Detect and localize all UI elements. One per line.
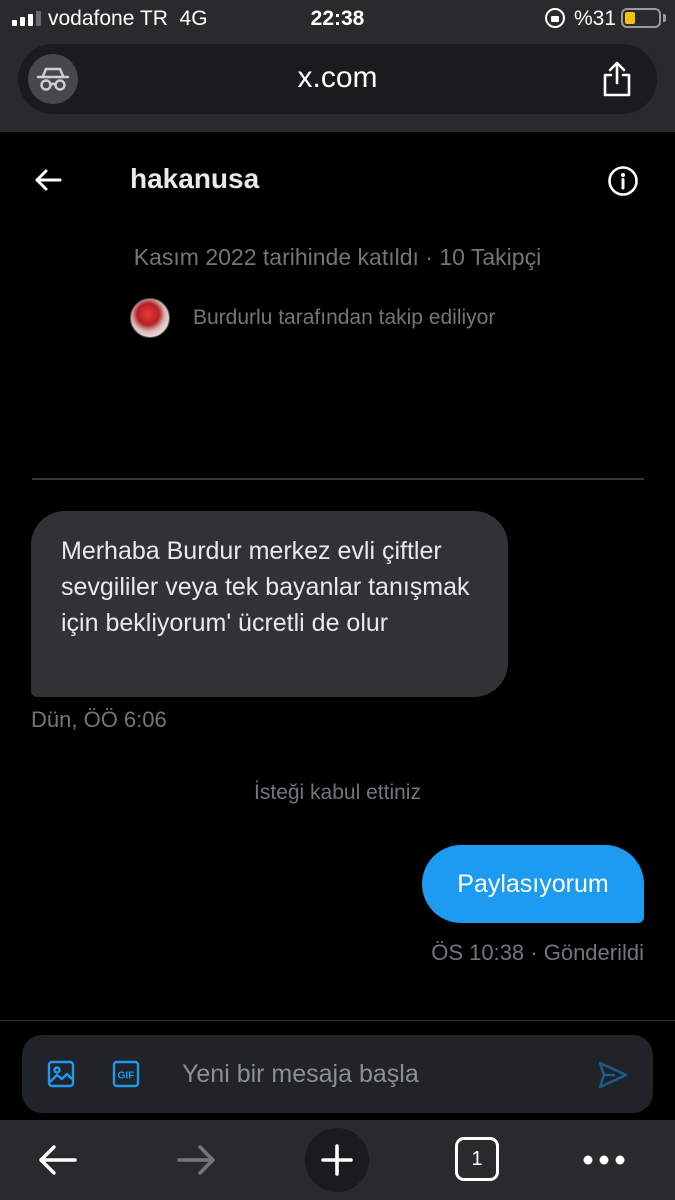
divider	[32, 478, 644, 480]
svg-text:GIF: GIF	[118, 1071, 135, 1082]
arrow-left-icon	[39, 1145, 77, 1175]
profile-meta: Kasım 2022 tarihinde katıldı · 10 Takipç…	[133, 244, 542, 270]
tabs-button[interactable]: 1	[455, 1137, 499, 1181]
info-icon	[608, 166, 638, 196]
composer-divider	[0, 1020, 675, 1021]
back-button[interactable]	[28, 162, 68, 198]
new-tab-button[interactable]	[305, 1128, 369, 1192]
conversation-title: hakanusa	[130, 163, 260, 194]
send-icon[interactable]	[595, 1057, 631, 1093]
status-bar: vodafone TR 4G 22:38 %31	[0, 0, 675, 36]
arrow-right-icon	[177, 1145, 215, 1175]
avatar	[130, 298, 170, 338]
battery-cap	[663, 14, 666, 22]
more-icon[interactable]	[574, 1132, 634, 1188]
browser-toolbar: 1	[0, 1120, 675, 1200]
arrow-left-icon	[35, 169, 62, 191]
battery-level-fill	[625, 12, 635, 24]
plus-icon	[321, 1144, 353, 1176]
battery-icon	[621, 8, 661, 28]
image-icon[interactable]	[44, 1057, 78, 1091]
info-button[interactable]	[604, 162, 642, 200]
url-text: x.com	[297, 61, 378, 94]
gif-icon[interactable]: GIF	[109, 1057, 143, 1091]
followed-by-row: Burdurlu tarafından takip ediliyor	[130, 296, 495, 340]
browser-back-button[interactable]	[27, 1132, 87, 1188]
followed-by-text: Burdurlu tarafından takip ediliyor	[193, 306, 496, 329]
outgoing-message-bubble[interactable]: Paylasıyorum	[422, 845, 644, 923]
message-composer: GIF	[22, 1035, 653, 1113]
message-timestamp: Dün, ÖÖ 6:06	[31, 707, 167, 732]
browser-address-bar: x.com	[0, 36, 675, 132]
message-input[interactable]	[182, 1049, 582, 1099]
orientation-lock-icon	[545, 8, 565, 28]
incoming-message-bubble[interactable]: Merhaba Burdur merkez evli çiftler sevgi…	[31, 511, 508, 697]
browser-forward-button[interactable]	[167, 1132, 227, 1188]
url-field[interactable]: x.com	[18, 44, 657, 114]
message-status: ÖS 10:38 · Gönderildi	[431, 940, 644, 965]
request-accepted-note: İsteği kabul ettiniz	[254, 781, 421, 804]
battery-percentage: %31	[574, 7, 617, 30]
share-icon[interactable]	[595, 56, 639, 102]
